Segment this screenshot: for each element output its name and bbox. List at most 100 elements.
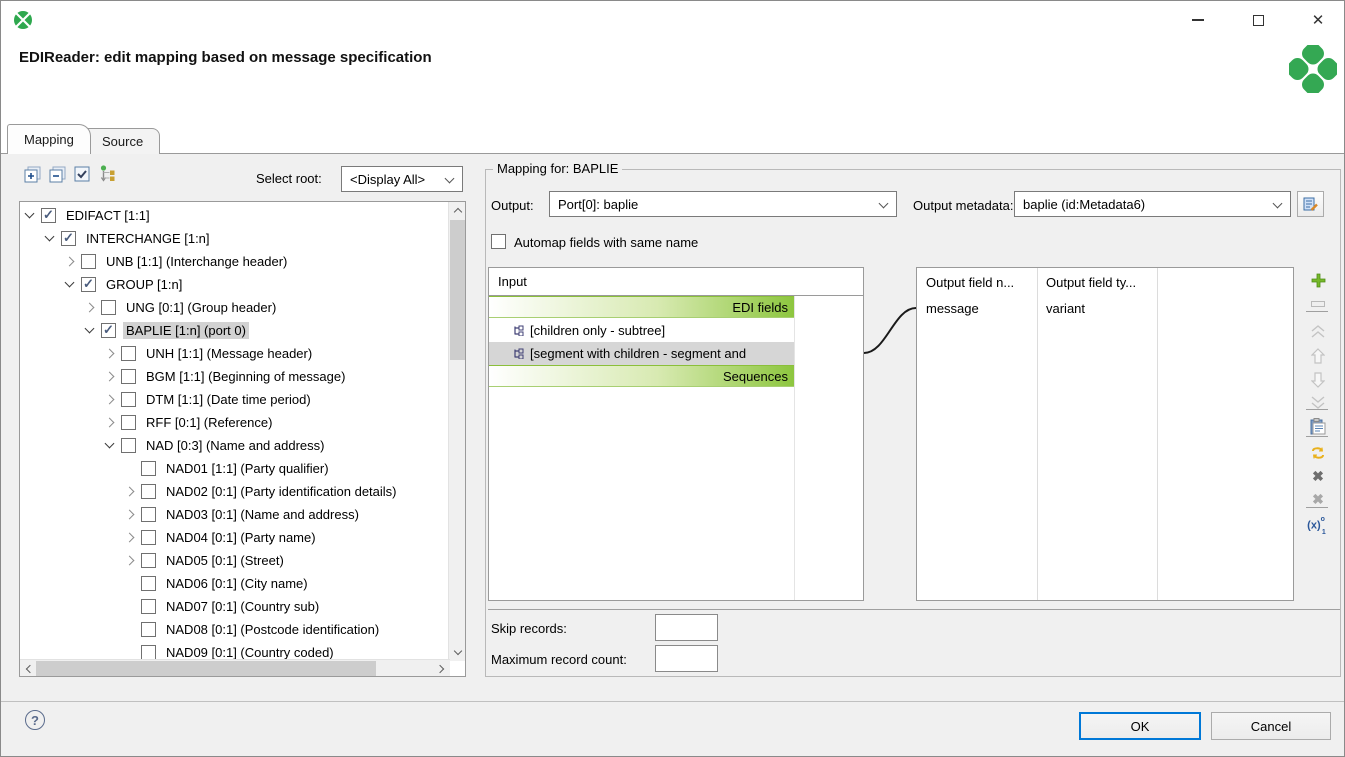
tree-checkbox[interactable]	[141, 576, 156, 591]
maximize-button[interactable]	[1241, 7, 1275, 33]
output-fields-table: Output field n... Output field ty... mes…	[916, 267, 1294, 601]
tree-checkbox[interactable]	[81, 277, 96, 292]
chevron-right-icon[interactable]	[105, 372, 115, 382]
chevron-down-icon[interactable]	[45, 232, 55, 242]
tree-item-interchange[interactable]: INTERCHANGE [1:n]	[20, 227, 466, 250]
output-row-name-cell[interactable]: message	[917, 296, 1037, 320]
scrollbar-thumb[interactable]	[450, 220, 465, 360]
tree-item-rff[interactable]: RFF [0:1] (Reference)	[20, 411, 466, 434]
expand-all-button[interactable]	[23, 165, 41, 183]
cancel-mapping-button[interactable]: ✖	[1303, 465, 1333, 487]
tree-vertical-scrollbar[interactable]	[448, 202, 465, 661]
tree-item-nad06[interactable]: NAD06 [0:1] (City name)	[20, 572, 466, 595]
chevron-right-icon[interactable]	[105, 349, 115, 359]
chevron-right-icon[interactable]	[65, 257, 75, 267]
skip-records-input[interactable]	[655, 614, 718, 641]
scroll-right-icon[interactable]	[433, 660, 450, 677]
chevron-right-icon[interactable]	[125, 487, 135, 497]
tree-item-unh[interactable]: UNH [1:1] (Message header)	[20, 342, 466, 365]
tree-item-nad07[interactable]: NAD07 [0:1] (Country sub)	[20, 595, 466, 618]
tree-item-group[interactable]: GROUP [1:n]	[20, 273, 466, 296]
max-record-count-input[interactable]	[655, 645, 718, 672]
tree-item-nad04[interactable]: NAD04 [0:1] (Party name)	[20, 526, 466, 549]
tree-checkbox[interactable]	[141, 645, 156, 660]
chevron-right-icon[interactable]	[125, 556, 135, 566]
input-row-segment-with-children[interactable]: [segment with children - segment and	[489, 342, 794, 365]
chevron-right-icon[interactable]	[125, 533, 135, 543]
tree-item-nad01[interactable]: NAD01 [1:1] (Party qualifier)	[20, 457, 466, 480]
tree-checkbox[interactable]	[141, 461, 156, 476]
auto-assign-button[interactable]	[1303, 442, 1333, 464]
minimize-icon	[1192, 19, 1204, 21]
group-row-sequences: Sequences	[489, 365, 794, 387]
tree-horizontal-scrollbar[interactable]	[20, 659, 450, 676]
chevron-down-icon[interactable]	[85, 324, 95, 334]
output-dropdown[interactable]: Port[0]: baplie	[549, 191, 897, 217]
tree-item-ung[interactable]: UNG [0:1] (Group header)	[20, 296, 466, 319]
help-button[interactable]: ?	[25, 710, 45, 730]
chevron-down-icon[interactable]	[105, 439, 115, 449]
scroll-down-icon[interactable]	[449, 644, 466, 661]
input-row-children-only[interactable]: [children only - subtree]	[489, 319, 794, 342]
minimize-button[interactable]	[1181, 7, 1215, 33]
tree-item-unb[interactable]: UNB [1:1] (Interchange header)	[20, 250, 466, 273]
tree-item-dtm[interactable]: DTM [1:1] (Date time period)	[20, 388, 466, 411]
tree-checkbox[interactable]	[141, 553, 156, 568]
output-field-type-header[interactable]: Output field ty...	[1037, 268, 1157, 296]
move-top-button[interactable]	[1303, 321, 1333, 343]
tree-checkbox[interactable]	[121, 415, 136, 430]
cancel-button[interactable]: Cancel	[1211, 712, 1331, 740]
tree-checkbox[interactable]	[141, 484, 156, 499]
add-field-button[interactable]	[1303, 269, 1333, 291]
chevron-down-icon[interactable]	[65, 278, 75, 288]
move-down-button[interactable]	[1303, 369, 1333, 391]
collapse-all-button[interactable]	[48, 165, 66, 183]
chevron-right-icon[interactable]	[125, 510, 135, 520]
tree-checkbox[interactable]	[121, 346, 136, 361]
input-column-header[interactable]: Input	[489, 268, 863, 296]
close-button[interactable]: ✕	[1301, 7, 1335, 33]
tree-checkbox[interactable]	[141, 530, 156, 545]
check-all-button[interactable]	[73, 165, 91, 183]
tree-checkbox[interactable]	[41, 208, 56, 223]
tree-item-nad[interactable]: NAD [0:3] (Name and address)	[20, 434, 466, 457]
tab-mapping[interactable]: Mapping	[7, 124, 91, 154]
automap-checkbox[interactable]	[491, 234, 506, 249]
scroll-left-icon[interactable]	[20, 660, 37, 677]
tree-checkbox[interactable]	[121, 369, 136, 384]
tree-item-bgm[interactable]: BGM [1:1] (Beginning of message)	[20, 365, 466, 388]
tree-checkbox[interactable]	[121, 392, 136, 407]
tree-item-edifact[interactable]: EDIFACT [1:1]	[20, 204, 466, 227]
ok-button[interactable]: OK	[1079, 712, 1201, 740]
tree-item-nad03[interactable]: NAD03 [0:1] (Name and address)	[20, 503, 466, 526]
tab-source[interactable]: Source	[85, 128, 160, 154]
tree-checkbox[interactable]	[141, 622, 156, 637]
tree-checkbox[interactable]	[81, 254, 96, 269]
tree-item-nad02[interactable]: NAD02 [0:1] (Party identification detail…	[20, 480, 466, 503]
output-row-type-cell[interactable]: variant	[1037, 296, 1157, 320]
output-field-name-header[interactable]: Output field n...	[917, 268, 1037, 296]
scroll-up-icon[interactable]	[449, 202, 466, 219]
tree-item-nad05[interactable]: NAD05 [0:1] (Street)	[20, 549, 466, 572]
chevron-right-icon[interactable]	[105, 395, 115, 405]
edit-metadata-button[interactable]	[1297, 191, 1324, 217]
tree-checkbox[interactable]	[101, 300, 116, 315]
tree-item-nad08[interactable]: NAD08 [0:1] (Postcode identification)	[20, 618, 466, 641]
occurrences-button[interactable]: (x)o1	[1303, 515, 1333, 537]
chevron-right-icon[interactable]	[85, 303, 95, 313]
clipboard-icon	[1310, 418, 1327, 435]
chevron-right-icon[interactable]	[105, 418, 115, 428]
move-up-button[interactable]	[1303, 345, 1333, 367]
scrollbar-thumb[interactable]	[36, 661, 376, 676]
tree-checkbox[interactable]	[121, 438, 136, 453]
tree-checkbox[interactable]	[141, 507, 156, 522]
paste-fields-button[interactable]	[1303, 415, 1333, 437]
select-root-dropdown[interactable]: <Display All>	[341, 166, 463, 192]
tree-checkbox[interactable]	[141, 599, 156, 614]
chevron-down-icon[interactable]	[25, 209, 35, 219]
tree-order-button[interactable]	[98, 165, 116, 183]
tree-item-baplie[interactable]: BAPLIE [1:n] (port 0)	[20, 319, 466, 342]
tree-checkbox[interactable]	[101, 323, 116, 338]
output-metadata-dropdown[interactable]: baplie (id:Metadata6)	[1014, 191, 1291, 217]
tree-checkbox[interactable]	[61, 231, 76, 246]
